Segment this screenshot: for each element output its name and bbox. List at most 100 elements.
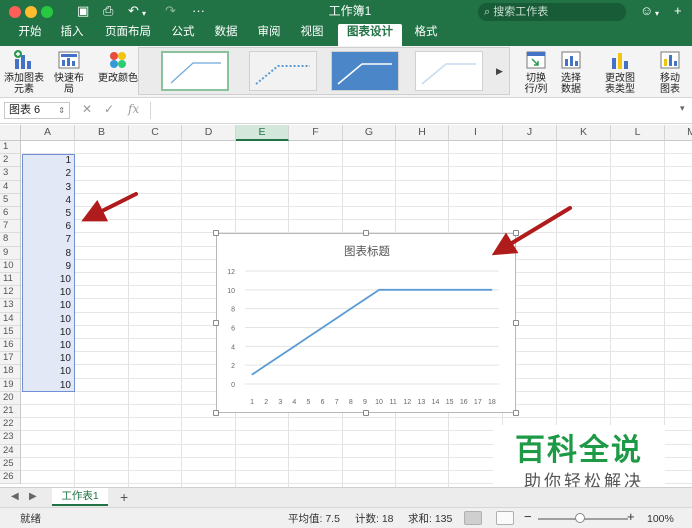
cell-a8[interactable]: 7 — [22, 233, 74, 246]
tab-formulas[interactable]: 公式 — [165, 24, 201, 42]
row-header-26[interactable]: 26 — [0, 471, 21, 485]
zoom-in-button[interactable]: + — [627, 510, 635, 523]
quick-layout-button[interactable]: 快速布局 — [50, 49, 88, 95]
column-header-b[interactable]: B — [75, 125, 129, 141]
chart-resize-handle-nw[interactable] — [213, 230, 219, 236]
cell-a13[interactable]: 10 — [22, 299, 74, 312]
undo-dropdown-icon[interactable]: ▾ — [142, 6, 146, 22]
cancel-entry-icon[interactable]: ✕ — [82, 102, 92, 116]
column-header-m[interactable]: M — [665, 125, 692, 141]
minimize-window-button[interactable] — [25, 6, 37, 18]
chart-style-4[interactable] — [415, 51, 483, 91]
share-icon[interactable]: + — [674, 3, 682, 19]
cell-a15[interactable]: 10 — [22, 326, 74, 339]
maximize-window-button[interactable] — [41, 6, 53, 18]
cell-a16[interactable]: 10 — [22, 339, 74, 352]
row-header-23[interactable]: 23 — [0, 431, 21, 445]
cell-a9[interactable]: 8 — [22, 247, 74, 260]
tab-chart-design[interactable]: 图表设计 — [338, 24, 402, 46]
zoom-slider-thumb[interactable] — [575, 513, 585, 523]
name-box-stepper-icon[interactable]: ⇕ — [58, 103, 65, 118]
row-header-3[interactable]: 3 — [0, 167, 21, 181]
zoom-out-button[interactable]: − — [524, 510, 532, 523]
column-header-h[interactable]: H — [396, 125, 449, 141]
chart-resize-handle-e[interactable] — [513, 320, 519, 326]
row-header-17[interactable]: 17 — [0, 352, 21, 366]
tab-home[interactable]: 开始 — [12, 24, 48, 42]
row-header-9[interactable]: 9 — [0, 246, 21, 260]
gallery-next-icon[interactable]: ▶ — [496, 66, 503, 77]
chart-resize-handle-s[interactable] — [363, 410, 369, 416]
feedback-smiley-icon[interactable]: ☺ — [640, 3, 653, 19]
switch-row-column-button[interactable]: 切换 行/列 — [516, 49, 556, 95]
row-header-14[interactable]: 14 — [0, 312, 21, 326]
redo-icon[interactable]: ↷ — [165, 3, 176, 19]
save-icon[interactable]: ⎙ — [103, 3, 113, 19]
chart-resize-handle-ne[interactable] — [513, 230, 519, 236]
row-header-7[interactable]: 7 — [0, 220, 21, 234]
formula-input[interactable] — [150, 102, 670, 119]
normal-view-button[interactable] — [464, 511, 482, 525]
confirm-entry-icon[interactable]: ✓ — [104, 102, 114, 116]
chart-style-1[interactable] — [161, 51, 229, 91]
tab-format[interactable]: 格式 — [408, 24, 444, 42]
column-header-i[interactable]: I — [449, 125, 503, 141]
cell-a6[interactable]: 5 — [22, 207, 74, 220]
row-header-20[interactable]: 20 — [0, 391, 21, 405]
row-header-10[interactable]: 10 — [0, 259, 21, 273]
cell-a12[interactable]: 10 — [22, 286, 74, 299]
change-chart-type-button[interactable]: 更改图 表类型 — [600, 49, 640, 95]
chart-resize-handle-se[interactable] — [513, 410, 519, 416]
row-header-11[interactable]: 11 — [0, 273, 21, 287]
tab-view[interactable]: 视图 — [294, 24, 330, 42]
cell-a11[interactable]: 10 — [22, 273, 74, 286]
row-header-12[interactable]: 12 — [0, 286, 21, 300]
row-header-21[interactable]: 21 — [0, 405, 21, 419]
tab-insert[interactable]: 插入 — [54, 24, 90, 42]
column-header-c[interactable]: C — [129, 125, 182, 141]
cell-a14[interactable]: 10 — [22, 313, 74, 326]
sidebar-toggle-icon[interactable]: ▣ — [77, 3, 89, 19]
row-header-16[interactable]: 16 — [0, 339, 21, 353]
more-commands-icon[interactable]: ··· — [192, 3, 205, 19]
row-header-15[interactable]: 15 — [0, 325, 21, 339]
select-all-corner[interactable] — [0, 125, 21, 141]
chart-resize-handle-w[interactable] — [213, 320, 219, 326]
row-header-1[interactable]: 1 — [0, 141, 21, 155]
row-header-6[interactable]: 6 — [0, 207, 21, 221]
page-layout-view-button[interactable] — [496, 511, 514, 525]
row-header-5[interactable]: 5 — [0, 193, 21, 207]
column-header-l[interactable]: L — [611, 125, 665, 141]
tab-review[interactable]: 审阅 — [251, 24, 287, 42]
row-header-13[interactable]: 13 — [0, 299, 21, 313]
column-header-k[interactable]: K — [557, 125, 611, 141]
name-box[interactable]: 图表 6 ⇕ — [4, 102, 70, 119]
row-header-19[interactable]: 19 — [0, 378, 21, 392]
tab-page-layout[interactable]: 页面布局 — [100, 24, 156, 42]
column-header-f[interactable]: F — [289, 125, 343, 141]
row-header-8[interactable]: 8 — [0, 233, 21, 247]
cell-a7[interactable]: 6 — [22, 220, 74, 233]
search-sheet-input[interactable]: ⌕ 搜索工作表 — [478, 3, 626, 21]
insert-function-icon[interactable]: fx — [128, 102, 139, 116]
chart-resize-handle-n[interactable] — [363, 230, 369, 236]
sheet-tab-1[interactable]: 工作表1 — [52, 488, 108, 506]
row-header-25[interactable]: 25 — [0, 457, 21, 471]
cell-a2[interactable]: 1 — [22, 154, 74, 167]
chart-style-2[interactable] — [249, 51, 317, 91]
row-header-4[interactable]: 4 — [0, 180, 21, 194]
cell-a4[interactable]: 3 — [22, 181, 74, 194]
chart-style-3[interactable] — [331, 51, 399, 91]
cell-a5[interactable]: 4 — [22, 194, 74, 207]
cell-a3[interactable]: 2 — [22, 167, 74, 180]
cell-a17[interactable]: 10 — [22, 352, 74, 365]
add-sheet-button[interactable]: + — [120, 489, 128, 505]
close-window-button[interactable] — [9, 6, 21, 18]
column-header-d[interactable]: D — [182, 125, 236, 141]
row-header-22[interactable]: 22 — [0, 418, 21, 432]
column-header-g[interactable]: G — [343, 125, 396, 141]
change-colors-button[interactable]: 更改颜色 — [98, 49, 138, 84]
line-chart[interactable]: 图表标题 0 2 4 6 8 10 12 1 2 3 4 5 6 7 8 9 10 11 12 13 14 15 16 17 1… — [216, 233, 516, 413]
cell-a10[interactable]: 9 — [22, 260, 74, 273]
feedback-dropdown-icon[interactable]: ▾ — [655, 6, 659, 22]
